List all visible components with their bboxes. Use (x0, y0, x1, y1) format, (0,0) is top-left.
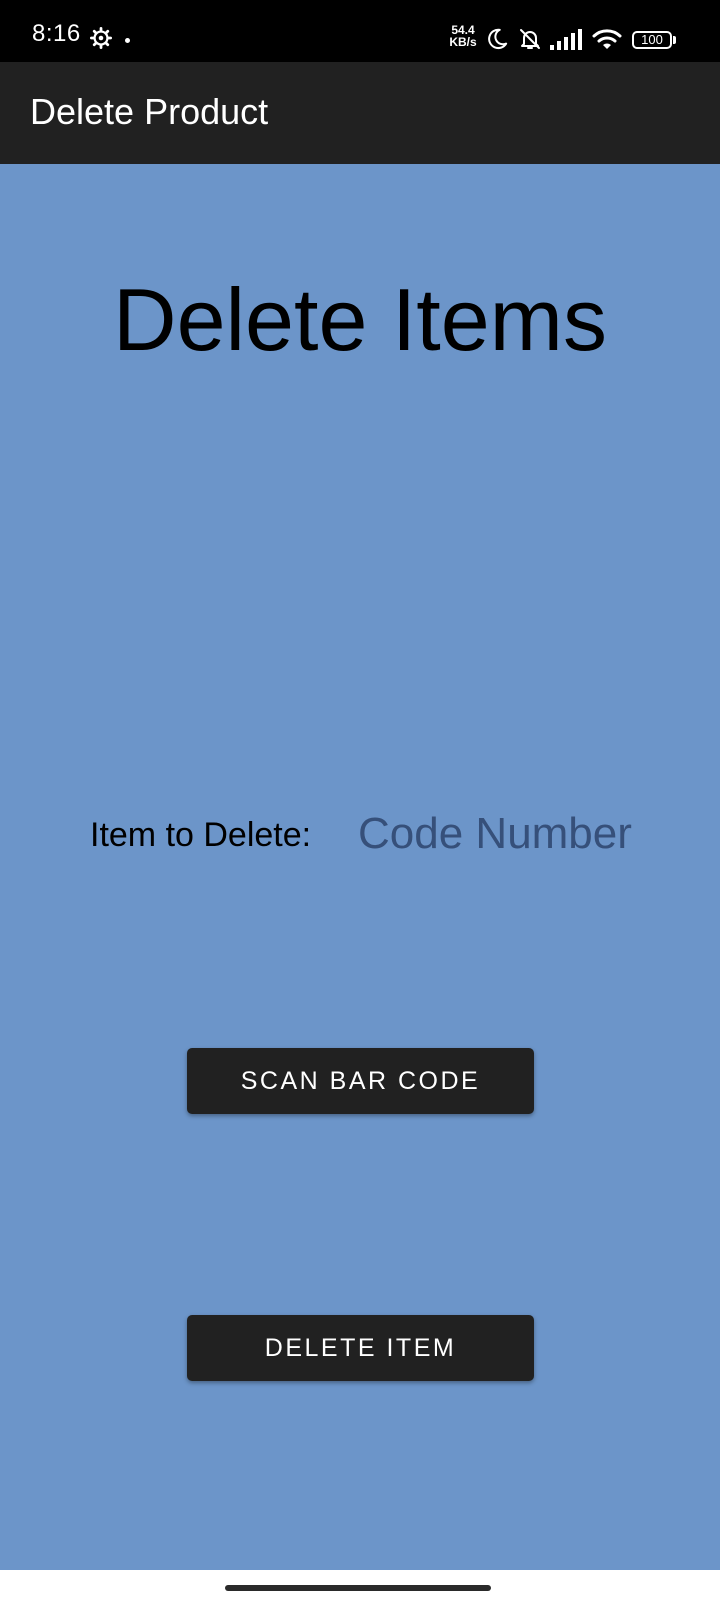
app-bar-title: Delete Product (30, 91, 269, 132)
navigation-area (0, 1570, 720, 1600)
network-speed: 54.4 KB/s (446, 24, 480, 48)
page-heading: Delete Items (113, 270, 607, 369)
battery-tip (673, 36, 676, 44)
status-time: 8:16 (32, 20, 81, 47)
delete-item-button[interactable]: DELETE ITEM (187, 1315, 534, 1381)
item-to-delete-label: Item to Delete: (90, 816, 312, 854)
app-bar: Delete Product (0, 62, 720, 164)
bell-off-icon (520, 29, 540, 49)
battery-level: 100 (641, 32, 663, 47)
moon-icon (488, 28, 508, 50)
network-speed-unit: KB/s (449, 35, 477, 49)
scan-bar-code-button[interactable]: SCAN BAR CODE (187, 1048, 534, 1114)
notification-dot-icon (125, 38, 130, 43)
wifi-icon (592, 29, 622, 49)
signal-icon (550, 29, 582, 50)
gear-icon (90, 27, 112, 49)
status-bar: 8:16 54.4 KB/s 100 (0, 0, 720, 62)
battery-icon: 100 (632, 31, 672, 49)
home-indicator[interactable] (225, 1585, 491, 1591)
code-number-input[interactable] (358, 807, 688, 861)
main-content: Delete Items Item to Delete: SCAN BAR CO… (0, 164, 720, 1570)
